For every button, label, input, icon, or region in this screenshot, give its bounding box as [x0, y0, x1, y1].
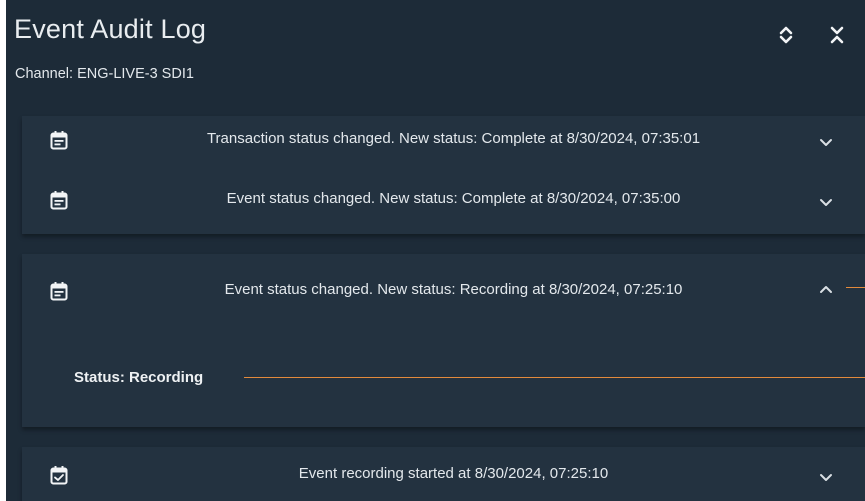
audit-entry-row[interactable]: Event status changed. New status: Record… [22, 269, 865, 313]
calendar-text-icon [50, 191, 68, 210]
expand-all-button[interactable] [771, 20, 801, 50]
audit-entry-expanded: Event status changed. New status: Record… [22, 254, 865, 427]
panel-title: Event Audit Log [14, 14, 207, 44]
panel-left-edge [0, 0, 6, 501]
audit-entry-text: Event recording started at 8/30/2024, 07… [298, 465, 609, 482]
unfold-less-icon [830, 26, 844, 44]
event-audit-log-panel: Event Audit Log Channel: ENG-LIVE-3 SDI1… [0, 0, 865, 501]
unfold-more-icon [779, 26, 793, 44]
calendar-text-icon [50, 131, 68, 150]
audit-entry-row[interactable]: Transaction status changed. New status: … [22, 118, 865, 162]
audit-entry-row[interactable]: Event recording started at 8/30/2024, 07… [22, 453, 865, 497]
chevron-down-icon[interactable] [818, 194, 834, 210]
collapse-all-button[interactable] [822, 20, 852, 50]
calendar-check-icon [50, 466, 68, 485]
status-detail-label: Status: Recording [74, 369, 204, 386]
audit-entry-text: Event status changed. New status: Comple… [226, 190, 681, 207]
audit-entry-text: Transaction status changed. New status: … [206, 130, 701, 147]
chevron-up-icon[interactable] [818, 282, 834, 298]
audit-entry-text: Event status changed. New status: Record… [224, 281, 683, 298]
callout-line [846, 287, 865, 288]
audit-entries-group: Transaction status changed. New status: … [22, 116, 865, 234]
callout-line [244, 377, 865, 378]
calendar-text-icon [50, 282, 68, 301]
chevron-down-icon[interactable] [818, 134, 834, 150]
channel-label: Channel: ENG-LIVE-3 SDI1 [15, 66, 194, 82]
chevron-down-icon[interactable] [818, 469, 834, 485]
audit-entries-group: Event recording started at 8/30/2024, 07… [22, 447, 865, 501]
audit-entry-row[interactable]: Event status changed. New status: Comple… [22, 178, 865, 222]
